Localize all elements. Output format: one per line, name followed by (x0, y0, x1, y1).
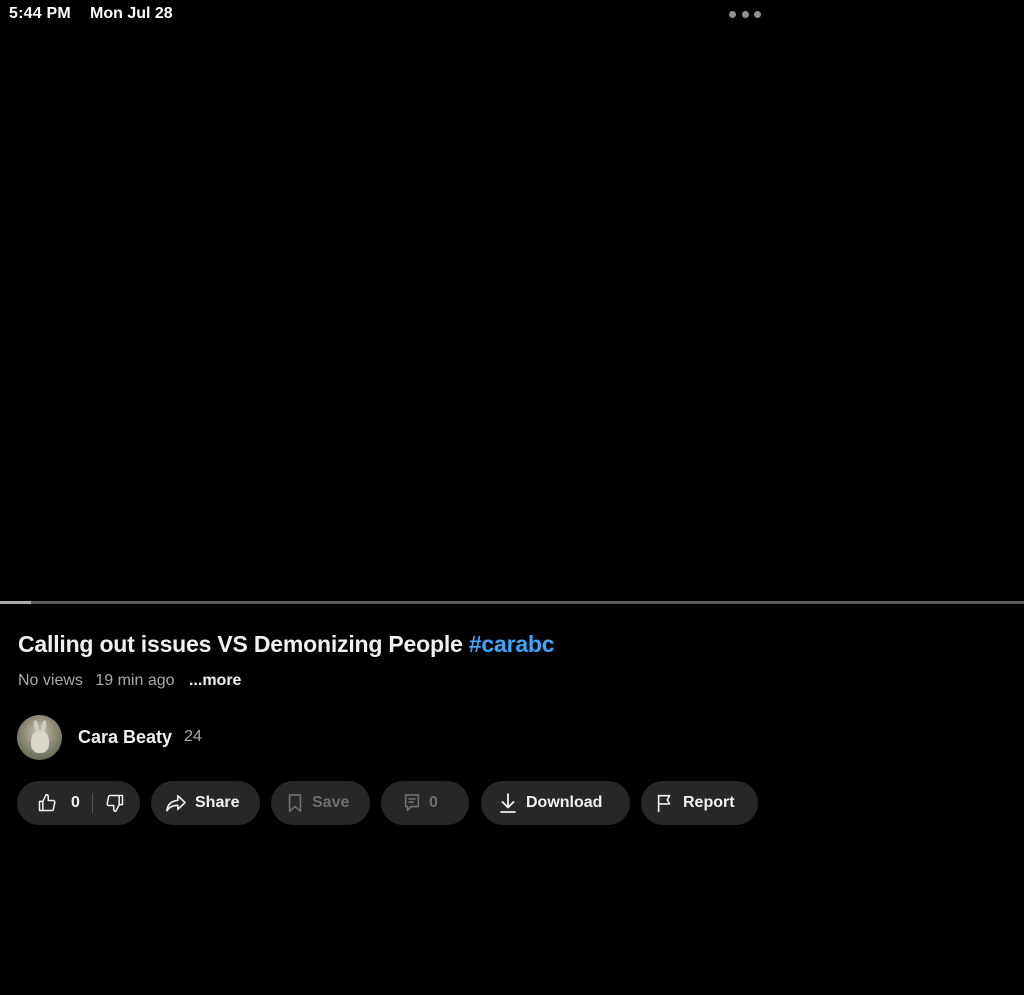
video-progress-fill (0, 601, 31, 604)
video-meta: No views 19 min ago ...more (18, 672, 249, 690)
report-label: Report (683, 794, 735, 811)
save-button[interactable]: Save (271, 781, 370, 825)
video-progress-bar[interactable] (0, 601, 1024, 604)
upload-age: 19 min ago (95, 672, 175, 689)
subscriber-count: 24 (184, 728, 202, 745)
share-button[interactable]: Share (151, 781, 260, 825)
video-title: Calling out issues VS Demonizing People … (18, 631, 1008, 658)
download-icon (498, 792, 518, 814)
channel-row[interactable]: Cara Beaty 24 (17, 714, 202, 760)
thumbs-up-icon[interactable] (37, 793, 57, 813)
bookmark-icon (286, 793, 304, 813)
comment-icon (403, 793, 421, 813)
download-button[interactable]: Download (481, 781, 630, 825)
ellipsis-dots-icon[interactable] (729, 10, 761, 18)
hashtag-link[interactable]: #carabc (469, 631, 555, 657)
status-time: 5:44 PM (9, 5, 71, 22)
comment-count: 0 (429, 794, 438, 811)
share-label: Share (195, 794, 240, 811)
download-label: Download (526, 794, 603, 811)
save-label: Save (312, 794, 350, 811)
avatar[interactable] (17, 714, 62, 760)
video-player[interactable] (0, 0, 1024, 603)
report-button[interactable]: Report (641, 781, 758, 825)
like-dislike-pill: 0 (17, 781, 140, 825)
channel-name[interactable]: Cara Beaty (78, 727, 172, 748)
comments-button[interactable]: 0 (381, 781, 469, 825)
like-divider (91, 793, 93, 813)
thumbs-down-icon[interactable] (105, 793, 125, 813)
status-bar: 5:44 PM Mon Jul 28 (0, 0, 1024, 28)
share-arrow-icon (165, 793, 187, 813)
flag-icon (655, 793, 675, 813)
status-date: Mon Jul 28 (90, 5, 173, 22)
more-link[interactable]: ...more (189, 672, 241, 689)
like-count: 0 (71, 794, 80, 811)
view-count: No views (18, 672, 83, 689)
video-title-text: Calling out issues VS Demonizing People (18, 631, 463, 657)
